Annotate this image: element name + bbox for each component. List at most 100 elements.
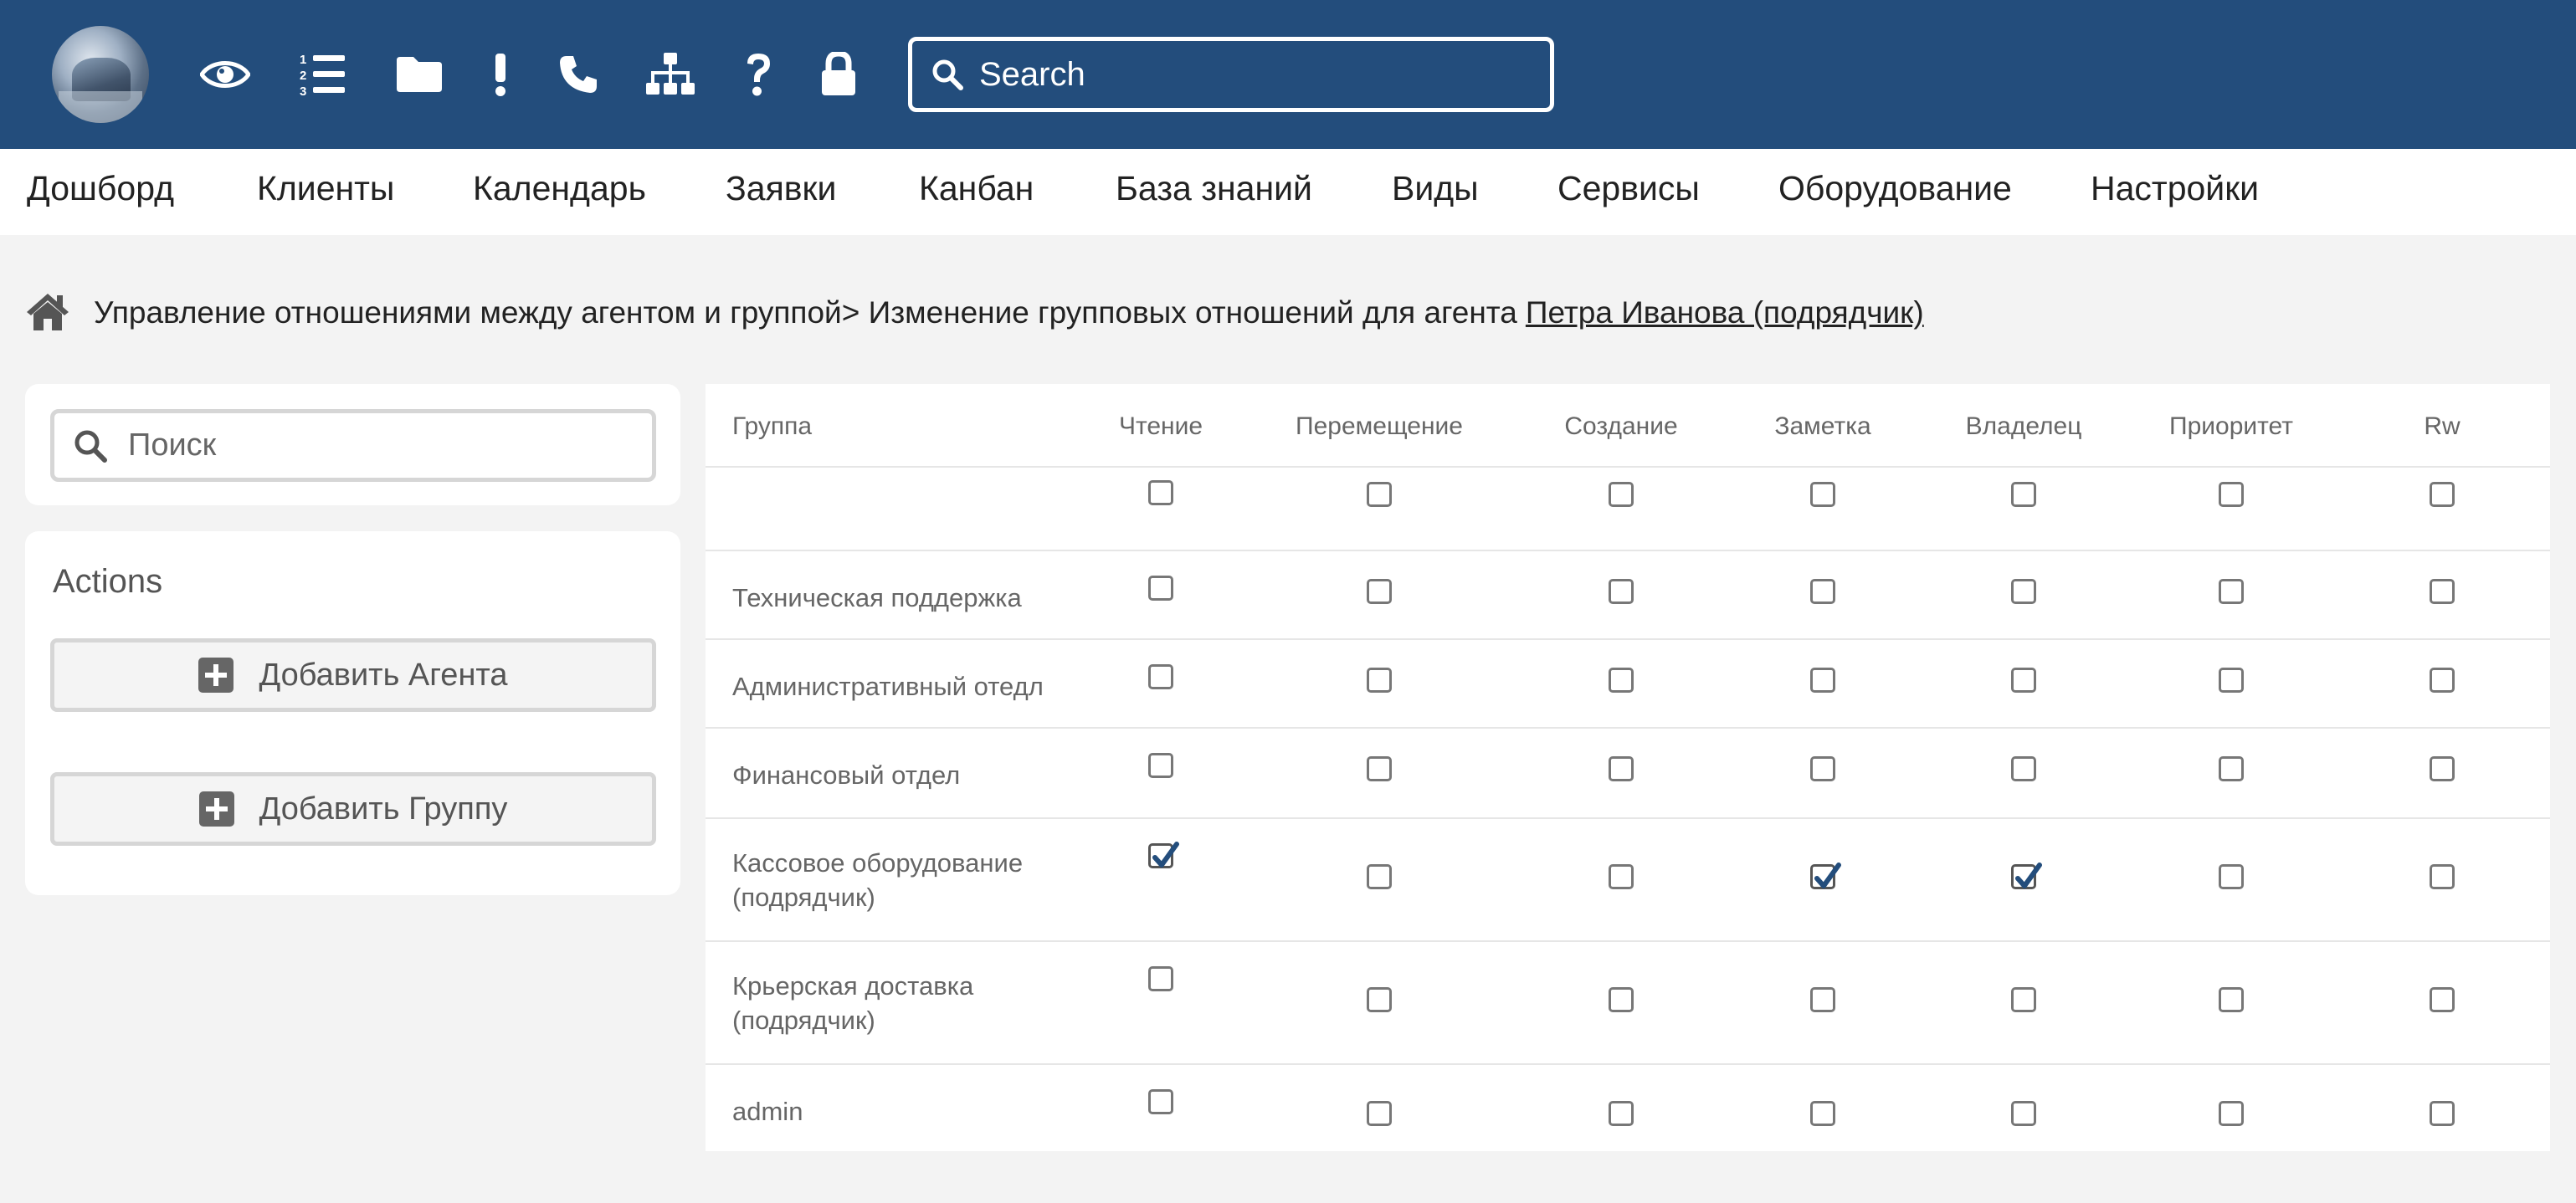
checkbox-rw[interactable] (2430, 864, 2455, 889)
checkbox-create[interactable] (1609, 756, 1634, 781)
global-search-input[interactable] (979, 55, 1515, 94)
nav-item-knowledge-base[interactable]: База знаний (1116, 169, 1312, 208)
checkbox-rw[interactable] (2430, 756, 2455, 781)
checkbox-read[interactable] (1148, 966, 1173, 991)
checkbox-move[interactable] (1367, 668, 1392, 693)
checkbox-priority[interactable] (2219, 1101, 2244, 1126)
nav-item-kanban[interactable]: Канбан (919, 169, 1034, 208)
checkbox-rw[interactable] (2430, 987, 2455, 1012)
checkbox-owner[interactable] (2011, 482, 2036, 507)
add-agent-label: Добавить Агента (259, 657, 508, 693)
checkbox-priority[interactable] (2219, 579, 2244, 604)
group-name: Крьерская доставка (подрядчик) (732, 971, 974, 1035)
table-row: Техническая поддержка (706, 550, 2550, 638)
checkbox-priority[interactable] (2219, 482, 2244, 507)
checkbox-note[interactable] (1810, 987, 1835, 1012)
column-header-note: Заметка (1774, 412, 1871, 440)
checkbox-owner[interactable] (2011, 863, 2042, 889)
select-all-row (706, 466, 2550, 550)
checkbox-owner[interactable] (2011, 987, 2036, 1012)
sitemap-icon[interactable] (646, 49, 695, 100)
checkbox-create[interactable] (1609, 864, 1634, 889)
numbered-list-icon[interactable]: 1 23 (298, 49, 346, 100)
checkbox-owner[interactable] (2011, 1101, 2036, 1126)
checkbox-create[interactable] (1609, 579, 1634, 604)
column-header-read: Чтение (1118, 412, 1203, 440)
nav-item-views[interactable]: Виды (1392, 169, 1479, 208)
checkbox-priority[interactable] (2219, 668, 2244, 693)
permissions-table: Группа Чтение Перемещение Создание Замет… (706, 384, 2550, 1151)
phone-icon[interactable] (557, 49, 599, 100)
exclamation-icon[interactable] (490, 49, 511, 100)
user-avatar[interactable] (52, 26, 149, 123)
checkbox-priority[interactable] (2219, 864, 2244, 889)
checkbox-rw[interactable] (2430, 482, 2455, 507)
checkbox-note[interactable] (1810, 579, 1835, 604)
sidebar-search[interactable] (50, 409, 656, 482)
agent-link[interactable]: Петра Иванова (подрядчик) (1526, 295, 1924, 330)
eye-icon[interactable] (199, 49, 251, 100)
checkbox-move[interactable] (1367, 756, 1392, 781)
checkbox-create[interactable] (1609, 482, 1634, 507)
checkbox-create[interactable] (1609, 1101, 1634, 1126)
table-row: Административный отедл (706, 638, 2550, 727)
nav-item-clients[interactable]: Клиенты (257, 169, 394, 208)
folder-icon[interactable] (395, 49, 444, 100)
checkbox-owner[interactable] (2011, 668, 2036, 693)
lock-icon[interactable] (818, 49, 859, 100)
checkbox-create[interactable] (1609, 987, 1634, 1012)
search-icon (931, 58, 964, 91)
nav-item-dashboard[interactable]: Дошборд (27, 169, 174, 208)
nav-item-services[interactable]: Сервисы (1557, 169, 1700, 208)
checkbox-rw[interactable] (2430, 1101, 2455, 1126)
home-icon[interactable] (25, 290, 70, 335)
checkbox-read[interactable] (1148, 480, 1173, 505)
table-row: admin (706, 1063, 2550, 1151)
checkbox-move[interactable] (1367, 864, 1392, 889)
column-header-group: Группа (732, 412, 813, 440)
nav-item-settings[interactable]: Настройки (2091, 169, 2259, 208)
actions-panel: Actions Добавить Агента Добавить Группу (25, 531, 680, 895)
svg-text:1: 1 (300, 53, 306, 67)
checkbox-read[interactable] (1148, 664, 1173, 689)
table-row: Крьерская доставка (подрядчик) (706, 940, 2550, 1063)
nav-item-tickets[interactable]: Заявки (726, 169, 836, 208)
checkbox-owner[interactable] (2011, 579, 2036, 604)
question-icon[interactable] (741, 49, 775, 100)
global-search[interactable] (908, 37, 1554, 112)
add-agent-button[interactable]: Добавить Агента (50, 638, 656, 712)
checkbox-move[interactable] (1367, 1101, 1392, 1126)
checkbox-read[interactable] (1148, 1089, 1173, 1114)
column-header-move: Перемещение (1296, 412, 1463, 440)
checkbox-move[interactable] (1367, 987, 1392, 1012)
top-bar: 1 23 (0, 0, 2576, 149)
checkbox-priority[interactable] (2219, 987, 2244, 1012)
checkbox-note[interactable] (1810, 668, 1835, 693)
table-row: Финансовый отдел (706, 727, 2550, 817)
checkbox-read[interactable] (1148, 753, 1173, 778)
search-icon (73, 428, 108, 463)
checkbox-note[interactable] (1810, 1101, 1835, 1126)
add-group-button[interactable]: Добавить Группу (50, 772, 656, 846)
checkbox-move[interactable] (1367, 482, 1392, 507)
checkbox-note[interactable] (1810, 756, 1835, 781)
main-nav: Дошборд Клиенты Календарь Заявки Канбан … (0, 149, 2576, 235)
checkbox-read[interactable] (1148, 576, 1173, 601)
checkbox-note[interactable] (1810, 482, 1835, 507)
checkbox-note[interactable] (1810, 863, 1841, 889)
checkbox-priority[interactable] (2219, 756, 2244, 781)
checkbox-create[interactable] (1609, 668, 1634, 693)
sidebar-search-input[interactable] (128, 427, 630, 463)
nav-item-calendar[interactable]: Календарь (473, 169, 646, 208)
sidebar-search-panel (25, 384, 680, 505)
checkbox-owner[interactable] (2011, 756, 2036, 781)
checkbox-rw[interactable] (2430, 668, 2455, 693)
breadcrumb-text: Управление отношениями между агентом и г… (94, 295, 1517, 330)
checkbox-read[interactable] (1148, 842, 1179, 868)
checkbox-move[interactable] (1367, 579, 1392, 604)
group-name: Финансовый отдел (732, 760, 961, 790)
nav-item-equipment[interactable]: Оборудование (1778, 169, 2012, 208)
svg-text:2: 2 (300, 69, 306, 83)
actions-title: Actions (53, 563, 163, 600)
checkbox-rw[interactable] (2430, 579, 2455, 604)
